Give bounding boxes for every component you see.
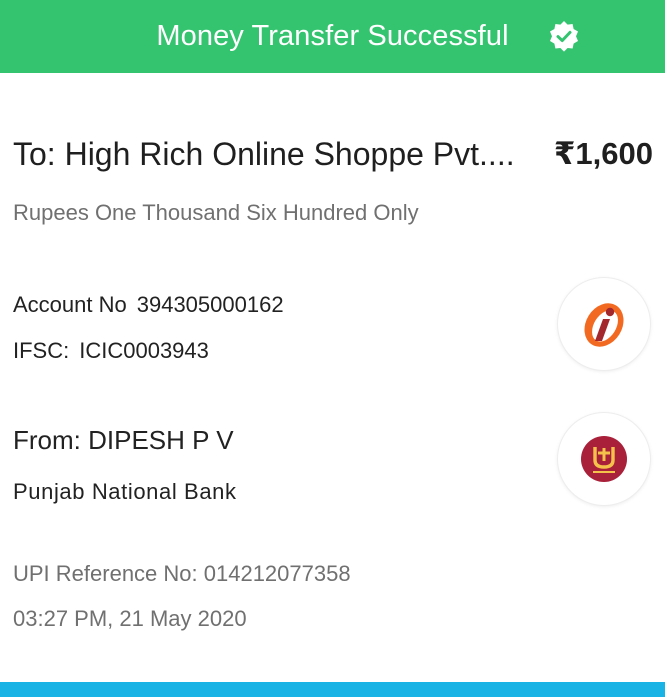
ifsc-value: ICIC0003943 [79,338,209,363]
verified-check-icon [550,21,578,52]
icici-bank-logo [558,278,650,370]
success-header: Money Transfer Successful [0,0,665,73]
account-number-line: Account No 394305000162 [13,292,284,318]
pnb-logo-icon [581,436,627,482]
icici-logo-icon [584,303,624,347]
bottom-action-bar[interactable] [0,682,665,697]
transfer-amount: ₹1,600 [553,136,653,171]
recipient-row: To: High Rich Online Shoppe Pvt.... ₹1,6… [13,136,653,180]
recipient-name: To: High Rich Online Shoppe Pvt.... [13,136,533,173]
account-number-label: Account No [13,292,127,317]
account-number-value: 394305000162 [136,292,284,317]
from-label: From: [13,425,81,455]
ifsc-label: IFSC: [13,338,70,363]
transaction-datetime: 03:27 PM, 21 May 2020 [13,606,247,631]
ifsc-line: IFSC: ICIC0003943 [13,338,209,364]
sender-bank-name: Punjab National Bank [13,479,237,504]
sender-name-text: DIPESH P V [88,425,234,455]
to-label: To: [13,136,56,172]
sender-name: From: DIPESH P V [13,425,234,456]
upi-reference: UPI Reference No: 014212077358 [13,561,351,586]
amount-in-words: Rupees One Thousand Six Hundred Only [13,200,419,225]
pnb-bank-logo [558,413,650,505]
recipient-name-text: High Rich Online Shoppe Pvt.... [64,136,515,172]
header-title: Money Transfer Successful [156,20,509,52]
